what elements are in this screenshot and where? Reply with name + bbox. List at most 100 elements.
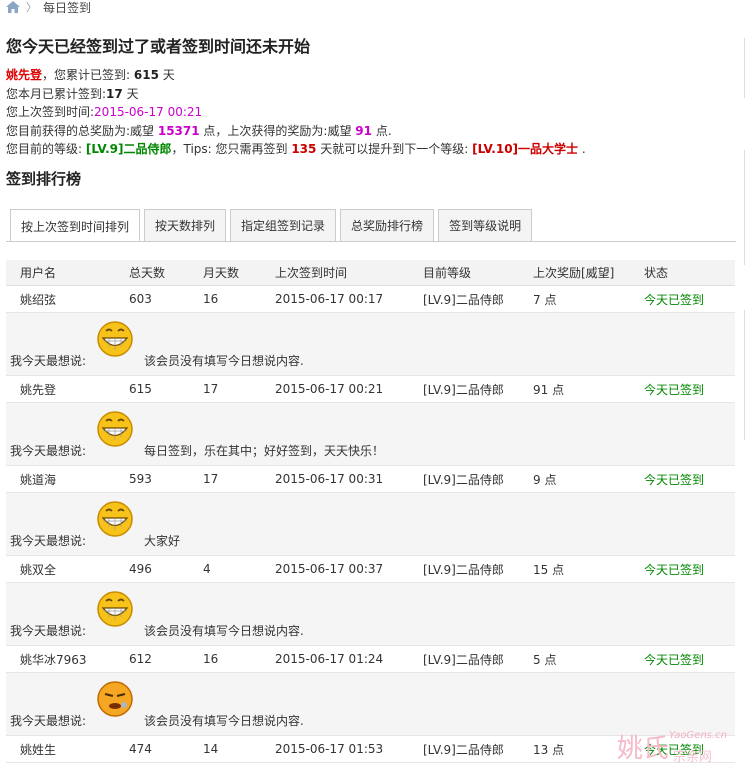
info-text: 您目前的等级: [6, 142, 86, 156]
watermark-domain: YaoGens.cn [669, 730, 727, 741]
tab-group-records[interactable]: 指定组签到记录 [230, 209, 337, 241]
row-username[interactable]: 姚双全 [6, 561, 129, 578]
ranking-tabs: 按上次签到时间排列 按天数排列 指定组签到记录 总奖励排行榜 签到等级说明 [10, 209, 533, 242]
header-status: 状态 [644, 266, 669, 280]
grin-emoji-icon [97, 321, 133, 357]
status-badge: 今天已签到 [644, 472, 705, 487]
grin-emoji-icon [97, 591, 133, 627]
tab-last-sign-time[interactable]: 按上次签到时间排列 [10, 209, 141, 242]
message-label: 我今天最想说: [10, 714, 87, 728]
row-reward: 91 点 [533, 382, 565, 397]
row-username[interactable]: 姚绍弦 [6, 291, 129, 308]
info-line-month: 您本月已累计签到:17 天 [6, 85, 586, 104]
total-days: 615 [133, 68, 159, 82]
info-line-level: 您目前的等级: [LV.9]二品侍郎，Tips: 您只需再签到 135 天就可以… [6, 140, 586, 159]
divider [744, 310, 745, 440]
row-total: 593 [129, 472, 152, 486]
tab-reward-ranking[interactable]: 总奖励排行榜 [340, 209, 435, 241]
watermark-site-name: 宗亲网 [673, 750, 713, 765]
message-label: 我今天最想说: [10, 444, 87, 458]
last-sign-time: 2015-06-17 00:21 [94, 105, 203, 119]
row-time: 2015-06-17 00:21 [275, 382, 384, 396]
row-reward: 5 点 [533, 652, 557, 667]
row-total: 474 [129, 742, 152, 756]
row-username[interactable]: 姚华冰7963 [6, 651, 129, 668]
row-time: 2015-06-17 00:37 [275, 562, 384, 576]
row-level: [LV.9]二品侍郎 [423, 472, 504, 487]
info-text: 您目前获得的总奖励为:威望 [6, 123, 158, 138]
row-username[interactable]: 姚道海 [6, 471, 129, 488]
next-level: [LV.10]一品大学士 [472, 142, 579, 156]
info-text: . [578, 142, 586, 156]
message-row: 我今天最想说: 该会员没有填写今日想说内容. [6, 583, 735, 646]
tab-level-info[interactable]: 签到等级说明 [438, 209, 533, 241]
total-reward: 15371 [157, 123, 200, 138]
row-username[interactable]: 姚姓生 [6, 741, 129, 758]
info-text: 天 [158, 68, 175, 82]
table-row: 姚先登 615 17 2015-06-17 00:21 [LV.9]二品侍郎 9… [6, 376, 735, 403]
breadcrumb-current[interactable]: 每日签到 [43, 0, 91, 16]
row-month: 4 [203, 562, 211, 576]
last-reward: 91 [355, 123, 372, 138]
message-row: 我今天最想说: 该会员没有填写今日想说内容. [6, 313, 735, 376]
row-reward: 15 点 [533, 562, 565, 577]
message-text: 该会员没有填写今日想说内容. [144, 624, 304, 638]
message-label: 我今天最想说: [10, 354, 87, 368]
watermark-logo-text: 姚氏 [617, 734, 670, 764]
site-watermark: 姚氏 YaoGens.cn 宗亲网 [617, 728, 745, 768]
row-total: 603 [129, 292, 152, 306]
row-month: 17 [203, 472, 219, 486]
message-label: 我今天最想说: [10, 624, 87, 638]
row-level: [LV.9]二品侍郎 [423, 742, 504, 757]
table-row: 姚双全 496 4 2015-06-17 00:37 [LV.9]二品侍郎 15… [6, 556, 735, 583]
info-line-reward: 您目前获得的总奖励为:威望 15371 点，上次获得的奖励为:威望 91 点. [6, 122, 586, 141]
header-last-time: 上次签到时间 [275, 266, 348, 280]
breadcrumb: 〉 每日签到 [6, 0, 91, 16]
message-text: 该会员没有填写今日想说内容. [144, 354, 304, 368]
divider [744, 150, 745, 265]
status-badge: 今天已签到 [644, 292, 705, 307]
header-reward: 上次奖励[威望] [533, 266, 615, 280]
table-row: 姚华冰7963 612 16 2015-06-17 01:24 [LV.9]二品… [6, 646, 735, 673]
info-line-total: 姚先登，您累计已签到: 615 天 [6, 66, 586, 85]
status-badge: 今天已签到 [644, 382, 705, 397]
header-month-days: 月天数 [203, 266, 240, 280]
sign-info: 姚先登，您累计已签到: 615 天 您本月已累计签到:17 天 您上次签到时间:… [6, 66, 586, 159]
row-username[interactable]: 姚先登 [6, 381, 129, 398]
row-time: 2015-06-17 01:53 [275, 742, 384, 756]
info-text: 点，上次获得的奖励为:威望 [199, 123, 356, 138]
tab-days[interactable]: 按天数排列 [144, 209, 227, 241]
header-total-days: 总天数 [129, 266, 166, 280]
row-total: 612 [129, 652, 152, 666]
row-level: [LV.9]二品侍郎 [423, 652, 504, 667]
sleepy-emoji-icon [97, 681, 133, 717]
row-level: [LV.9]二品侍郎 [423, 292, 504, 307]
days-needed: 135 [291, 142, 317, 156]
row-level: [LV.9]二品侍郎 [423, 382, 504, 397]
row-time: 2015-06-17 00:31 [275, 472, 384, 486]
status-badge: 今天已签到 [644, 652, 705, 667]
message-row: 我今天最想说: 大家好 [6, 493, 735, 556]
info-text: 天 [122, 86, 139, 101]
table-row: 姚绍弦 603 16 2015-06-17 00:17 [LV.9]二品侍郎 7… [6, 286, 735, 313]
row-level: [LV.9]二品侍郎 [423, 562, 504, 577]
table-row: 姚道海 593 17 2015-06-17 00:31 [LV.9]二品侍郎 9… [6, 466, 735, 493]
message-row: 我今天最想说: 该会员没有填写今日想说内容. [6, 673, 735, 736]
user-name[interactable]: 姚先登 [6, 68, 42, 82]
status-badge: 今天已签到 [644, 562, 705, 577]
grin-emoji-icon [97, 411, 133, 447]
info-text: ，Tips: 您只需再签到 [171, 142, 292, 156]
ranking-title: 签到排行榜 [6, 170, 82, 188]
row-time: 2015-06-17 01:24 [275, 652, 384, 666]
message-label: 我今天最想说: [10, 534, 87, 548]
divider [744, 38, 745, 98]
message-row: 我今天最想说: 每日签到，乐在其中；好好签到，天天快乐！ [6, 403, 735, 466]
home-icon[interactable] [6, 1, 20, 13]
tab-underline [6, 241, 736, 242]
row-reward: 7 点 [533, 292, 557, 307]
row-month: 16 [203, 652, 219, 666]
ranking-table: 用户名 总天数 月天数 上次签到时间 目前等级 上次奖励[威望] 状态 姚绍弦 … [6, 260, 735, 763]
row-month: 14 [203, 742, 219, 756]
message-text: 每日签到，乐在其中；好好签到，天天快乐！ [144, 444, 385, 458]
page-title: 您今天已经签到过了或者签到时间还未开始 [6, 37, 311, 56]
